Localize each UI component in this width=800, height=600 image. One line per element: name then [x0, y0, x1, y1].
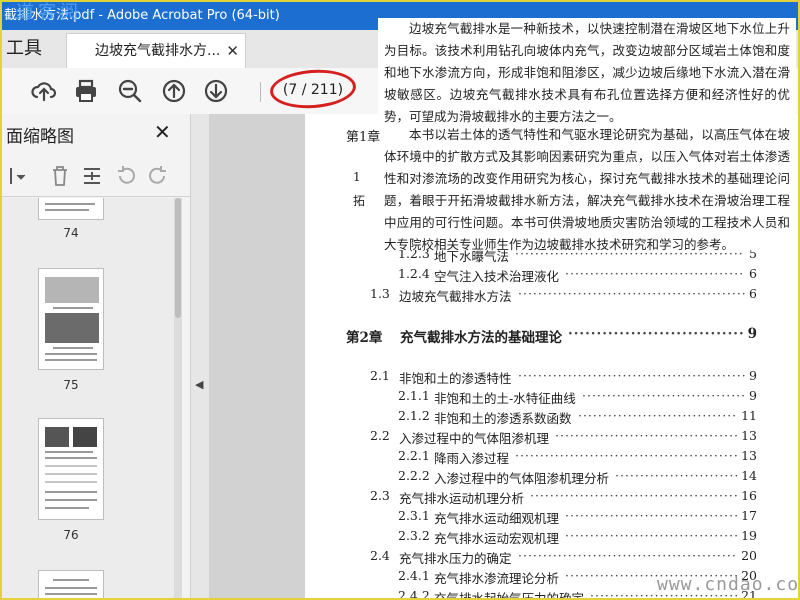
- toc-number: 2.4: [370, 548, 390, 563]
- toc-title: 入渗过程中的气体阻渗机理分析: [434, 471, 610, 486]
- toc-number: 第2章: [346, 330, 383, 346]
- toc-page-number: 13: [741, 428, 757, 443]
- toc-number: 2.4.2: [398, 588, 430, 600]
- intro-paragraph-1: 边坡充气截排水是一种新技术，以快速控制潜在滑坡区地下水位上升为目标。该技术利用钻…: [384, 21, 790, 124]
- page-down-icon[interactable]: [202, 77, 230, 105]
- toc-number: 1.2.4: [398, 266, 430, 281]
- toc-page-number: 20: [741, 548, 757, 563]
- toc-leader-dots: ········································…: [565, 266, 745, 281]
- toc-leader-dots: ········································…: [565, 508, 737, 523]
- toc-page-number: 19: [741, 528, 757, 543]
- toc-number: 2.4.1: [398, 568, 430, 583]
- toc-title: 充气排水运动机理分析: [399, 491, 525, 506]
- toc-page-number: 11: [741, 408, 757, 423]
- options-dropdown-icon[interactable]: [6, 164, 26, 188]
- tab-document-label: 边坡充气截排水方...: [95, 43, 221, 59]
- toc-number: 2.1.2: [398, 408, 430, 423]
- toc-title: 充气截排水方法的基础理论: [400, 330, 562, 346]
- toc-title: 非饱和土的渗透特性: [399, 371, 512, 386]
- text-fragment: 1: [353, 170, 361, 184]
- toc-title: 充气排水起始气压力的确定: [434, 591, 585, 600]
- toc-page-number: 13: [741, 448, 757, 463]
- extract-pages-icon[interactable]: [80, 164, 106, 188]
- toc-leader-dots: ········································…: [518, 286, 745, 301]
- text-fragment: 拓: [353, 194, 366, 208]
- delete-icon[interactable]: [48, 164, 74, 188]
- toc-title: 非饱和土的渗透系数函数: [434, 411, 572, 426]
- red-highlight-ellipse: [268, 67, 358, 111]
- toc-page-number: 6: [749, 266, 757, 281]
- rotate-cw-icon[interactable]: [146, 164, 172, 188]
- toc-leader-dots: ········································…: [568, 326, 745, 342]
- watermark-logo: 道客阅: [16, 2, 82, 23]
- upload-cloud-icon[interactable]: [30, 77, 58, 105]
- toc-page-number: 9: [749, 388, 757, 403]
- toc-number: 2.3.1: [398, 508, 430, 523]
- toc-leader-dots: ········································…: [555, 428, 737, 443]
- tab-tools[interactable]: 工具: [2, 30, 66, 68]
- panel-toolbar: [2, 156, 190, 197]
- toc-row[interactable]: 2.3 充气排水运动机理分析 ···························…: [2, 488, 798, 508]
- thumbnail-page-number: 74: [63, 226, 79, 240]
- toc-page-number: 16: [741, 488, 757, 503]
- toc-title: 边坡充气截排水方法: [399, 289, 512, 304]
- toc-leader-dots: ········································…: [565, 528, 737, 543]
- panel-close-icon[interactable]: ✕: [154, 120, 171, 144]
- toc-number: 2.2.2: [398, 468, 430, 483]
- toc-number: 2.1: [370, 368, 390, 383]
- toc-leader-dots: ········································…: [518, 368, 745, 383]
- toc-leader-dots: ········································…: [518, 548, 737, 563]
- toc-row[interactable]: 2.2 入渗过程中的气体阻渗机理 ·························…: [2, 428, 798, 448]
- app-window: 截排水方法.pdf - Adobe Acrobat Pro (64-bit) 道…: [0, 0, 800, 600]
- zoom-out-icon[interactable]: [116, 77, 144, 105]
- toc-page-number: 9: [749, 368, 757, 383]
- toc-title: 充气排水运动细观机理: [434, 511, 560, 526]
- intro-paragraph-2: 本书以岩土体的透气特性和气驱水理论研究为基础，以高压气体在坡体环境中的扩散方式及…: [384, 127, 790, 252]
- toc-leader-dots: ········································…: [530, 488, 737, 503]
- toc-title: 充气排水压力的确定: [399, 551, 512, 566]
- toc-page-number: 9: [747, 326, 757, 342]
- toc-row[interactable]: 2.1.2 非饱和土的渗透系数函数 ························…: [2, 408, 798, 428]
- toc-number: 2.2: [370, 428, 390, 443]
- toc-row[interactable]: 2.3.1 充气排水运动细观机理 ·························…: [2, 508, 798, 528]
- chapter1-heading-fragment: 第1章: [346, 130, 381, 145]
- intro-text-overlay: 边坡充气截排水是一种新技术，以快速控制潜在滑坡区地下水位上升为目标。该技术利用钻…: [378, 18, 796, 252]
- toc-row[interactable]: 2.2.1 降雨入渗过程 ·····························…: [2, 448, 798, 468]
- page-up-icon[interactable]: [160, 77, 188, 105]
- tab-close-icon[interactable]: ✕: [226, 34, 239, 68]
- toc-row[interactable]: 2.1 非饱和土的渗透特性 ····························…: [2, 368, 798, 388]
- print-icon[interactable]: [72, 77, 100, 105]
- toc-number: 2.3.2: [398, 528, 430, 543]
- toc-leader-dots: ········································…: [578, 408, 737, 423]
- toc-title: 非饱和土的土-水特征曲线: [434, 391, 576, 406]
- toc-title: 充气排水渗流理论分析: [434, 571, 560, 586]
- toc-row[interactable]: 第2章 充气截排水方法的基础理论 ·························…: [2, 326, 798, 346]
- tab-document[interactable]: 边坡充气截排水方... ✕: [66, 33, 246, 69]
- toc-row[interactable]: 1.3 边坡充气截排水方法 ····························…: [2, 286, 798, 306]
- toc-number: 2.1.1: [398, 388, 430, 403]
- toc-number: 2.2.1: [398, 448, 430, 463]
- toc-page-number: 6: [749, 286, 757, 301]
- toc-leader-dots: ········································…: [582, 388, 745, 403]
- toc-row[interactable]: 2.4 充气排水压力的确定 ····························…: [2, 548, 798, 568]
- panel-title: 面缩略图: [6, 127, 74, 147]
- toc-row[interactable]: 2.1.1 非饱和土的土-水特征曲线 ·······················…: [2, 388, 798, 408]
- toc-title: 空气注入技术治理液化: [434, 269, 560, 284]
- toc-number: 2.3: [370, 488, 390, 503]
- toc-title: 充气排水运动宏观机理: [434, 531, 560, 546]
- toc-number: 1.3: [370, 286, 390, 301]
- rotate-ccw-icon[interactable]: [114, 164, 140, 188]
- toc-row[interactable]: 2.2.2 入渗过程中的气体阻渗机理分析 ·····················…: [2, 468, 798, 488]
- watermark-url: www.cndao.com: [657, 574, 800, 595]
- toc-title: 降雨入渗过程: [434, 451, 510, 466]
- toc-leader-dots: ········································…: [515, 448, 737, 463]
- toc-row[interactable]: 2.3.2 充气排水运动宏观机理 ·························…: [2, 528, 798, 548]
- toc-row[interactable]: 1.2.4 空气注入技术治理液化 ·························…: [2, 266, 798, 286]
- thumbnail-page-74[interactable]: [38, 198, 104, 220]
- toolbar-separator: [260, 82, 261, 102]
- toc-leader-dots: ········································…: [615, 468, 737, 483]
- toc-title: 入渗过程中的气体阻渗机理: [399, 431, 550, 446]
- toc-page-number: 14: [741, 468, 757, 483]
- toc-page-number: 17: [741, 508, 757, 523]
